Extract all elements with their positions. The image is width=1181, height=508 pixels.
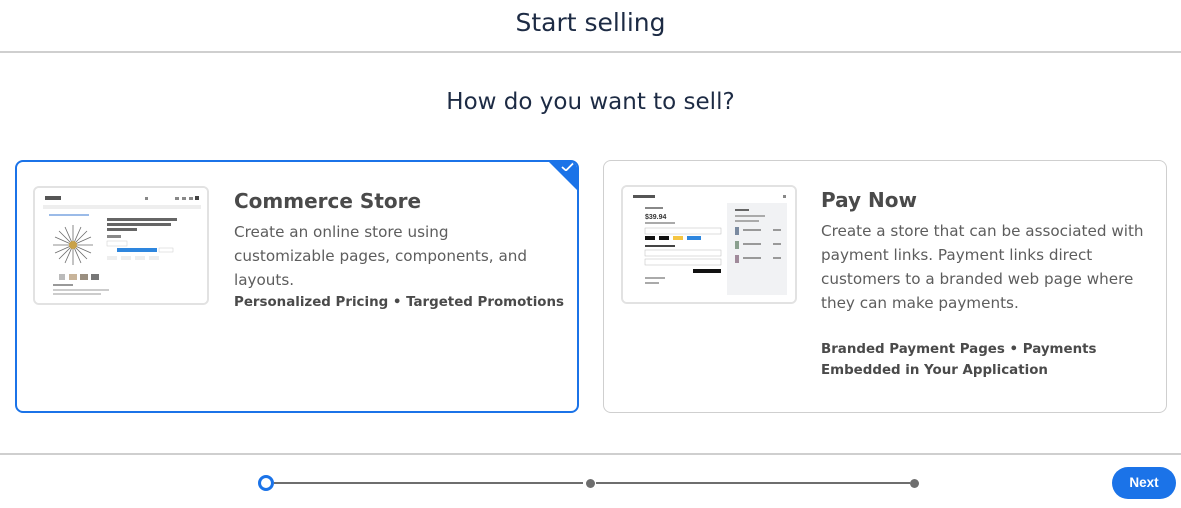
selling-question: How do you want to sell? bbox=[446, 89, 735, 115]
step-connector bbox=[274, 482, 583, 484]
checkmark-icon bbox=[561, 163, 574, 171]
option-card-commerce-store[interactable]: Commerce Store Create an online store us… bbox=[15, 160, 579, 413]
next-button[interactable]: Next bbox=[1112, 467, 1176, 499]
step-1-indicator-active bbox=[258, 475, 274, 491]
option-card-pay-now[interactable]: $39.94 Pay Now Create a store that can b… bbox=[603, 160, 1167, 413]
option-features: Branded Payment Pages • Payments Embedde… bbox=[821, 342, 1097, 378]
preview-price: $39.94 bbox=[645, 214, 667, 221]
pay-now-preview-image: $39.94 bbox=[621, 185, 797, 304]
commerce-store-preview-image bbox=[33, 186, 209, 305]
option-title: Pay Now bbox=[821, 188, 917, 212]
option-title: Commerce Store bbox=[234, 189, 422, 213]
page-title: Start selling bbox=[515, 8, 666, 37]
option-description: Create a store that can be associated wi… bbox=[821, 222, 1144, 312]
step-connector bbox=[596, 482, 910, 484]
option-description: Create an online store using customizabl… bbox=[234, 223, 528, 289]
page-header: Start selling bbox=[0, 0, 1181, 53]
step-3-indicator bbox=[910, 479, 919, 488]
progress-stepper bbox=[258, 473, 922, 493]
step-2-indicator bbox=[586, 479, 595, 488]
option-features: Personalized Pricing • Targeted Promotio… bbox=[234, 295, 564, 310]
